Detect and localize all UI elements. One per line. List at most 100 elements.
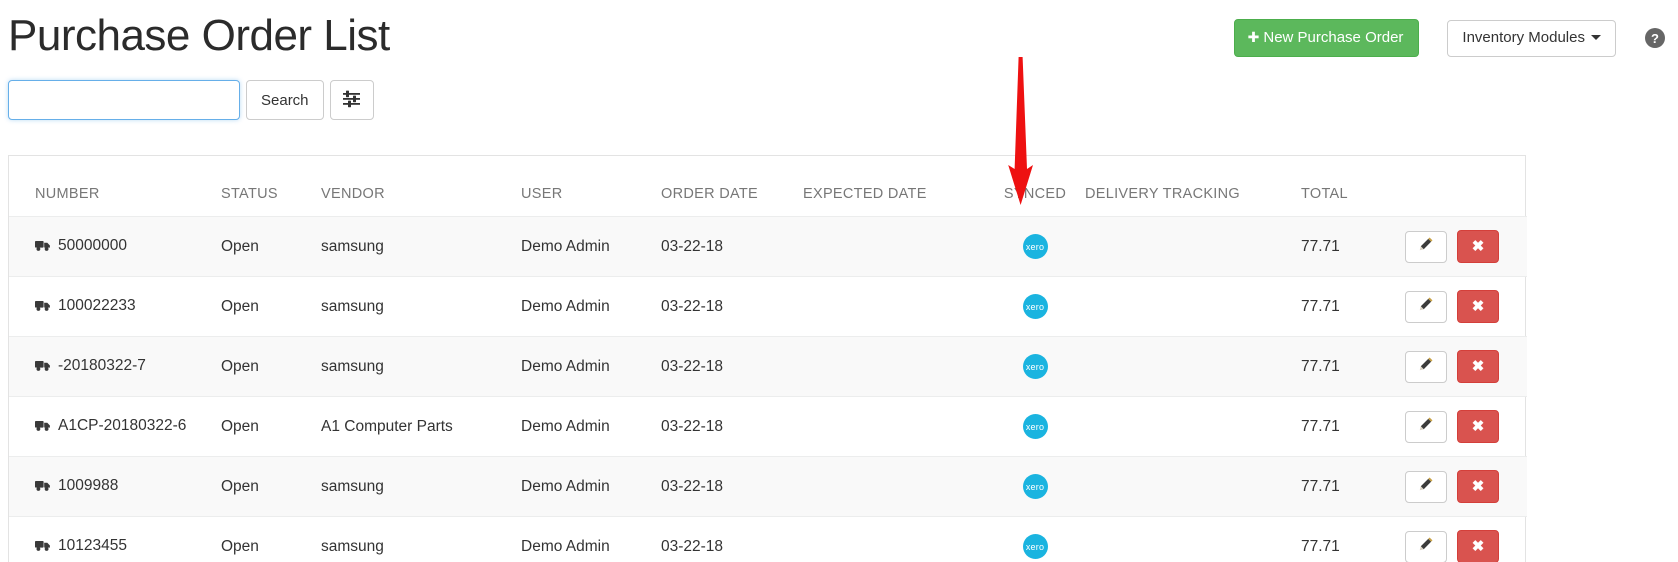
search-toolbar: Search — [8, 80, 374, 120]
cell-expected-date — [803, 336, 985, 397]
cell-number[interactable]: 1009988 — [9, 456, 221, 517]
search-input[interactable] — [8, 80, 240, 120]
truck-icon — [35, 299, 51, 316]
cell-total: 77.71 — [1301, 276, 1393, 337]
cell-user: Demo Admin — [521, 336, 661, 397]
pencil-icon — [1418, 536, 1434, 557]
table-header-row: NUMBER STATUS VENDOR USER ORDER DATE EXP… — [9, 156, 1527, 217]
delete-purchase-order-button[interactable]: ✖ — [1457, 530, 1499, 562]
purchase-order-number: 10123455 — [58, 536, 127, 554]
xero-sync-badge[interactable]: xero — [1022, 234, 1048, 259]
close-x-icon: ✖ — [1471, 238, 1485, 255]
purchase-order-number: 100022233 — [58, 296, 136, 314]
cell-total: 77.71 — [1301, 336, 1393, 397]
cell-vendor: samsung — [321, 276, 521, 337]
cell-user: Demo Admin — [521, 276, 661, 337]
column-header-synced[interactable]: SYNCED — [985, 156, 1085, 217]
table-row[interactable]: 100022233 Open samsung Demo Admin 03-22-18 xe… — [9, 276, 1527, 337]
cell-synced: xero — [985, 396, 1085, 457]
close-x-icon: ✖ — [1471, 538, 1485, 555]
table-row[interactable]: 50000000 Open samsung Demo Admin 03-22-18 xer… — [9, 216, 1527, 277]
column-header-vendor[interactable]: VENDOR — [321, 156, 521, 217]
inventory-modules-dropdown[interactable]: Inventory Modules — [1447, 19, 1616, 57]
column-header-order-date[interactable]: ORDER DATE — [661, 156, 803, 217]
column-header-expected-date[interactable]: EXPECTED DATE — [803, 156, 985, 217]
cell-order-date: 03-22-18 — [661, 216, 803, 277]
cell-number[interactable]: 100022233 — [9, 276, 221, 337]
cell-actions: ✖ — [1393, 516, 1527, 562]
xero-sync-badge[interactable]: xero — [1022, 534, 1048, 559]
cell-expected-date — [803, 516, 985, 562]
header-actions: ✚ New Purchase Order Inventory Modules ? — [1233, 19, 1666, 57]
new-purchase-order-button[interactable]: ✚ New Purchase Order — [1233, 19, 1420, 57]
cell-vendor: samsung — [321, 216, 521, 277]
table-header: NUMBER STATUS VENDOR USER ORDER DATE EXP… — [9, 156, 1527, 217]
delete-purchase-order-button[interactable]: ✖ — [1457, 230, 1499, 263]
edit-purchase-order-button[interactable] — [1405, 410, 1447, 443]
purchase-order-number: -20180322-7 — [58, 356, 146, 374]
cell-synced: xero — [985, 336, 1085, 397]
delete-purchase-order-button[interactable]: ✖ — [1457, 470, 1499, 503]
edit-purchase-order-button[interactable] — [1405, 470, 1447, 503]
table-row[interactable]: 10123455 Open samsung Demo Admin 03-22-18 xer… — [9, 516, 1527, 562]
delete-purchase-order-button[interactable]: ✖ — [1457, 350, 1499, 383]
table-row[interactable]: -20180322-7 Open samsung Demo Admin 03-22-18… — [9, 336, 1527, 397]
table-body: 50000000 Open samsung Demo Admin 03-22-18 xer… — [9, 216, 1527, 562]
pencil-icon — [1418, 356, 1434, 377]
cell-vendor: samsung — [321, 336, 521, 397]
cell-number[interactable]: A1CP-20180322-6 — [9, 396, 221, 457]
cell-status: Open — [221, 456, 321, 517]
column-header-status[interactable]: STATUS — [221, 156, 321, 217]
filter-settings-button[interactable] — [329, 80, 374, 120]
search-button[interactable]: Search — [246, 80, 324, 120]
pencil-icon — [1418, 296, 1434, 317]
cell-order-date: 03-22-18 — [661, 456, 803, 517]
cell-expected-date — [803, 456, 985, 517]
cell-number[interactable]: -20180322-7 — [9, 336, 221, 397]
column-header-delivery-tracking[interactable]: DELIVERY TRACKING — [1085, 156, 1301, 217]
cell-vendor: samsung — [321, 516, 521, 562]
cell-user: Demo Admin — [521, 216, 661, 277]
delete-purchase-order-button[interactable]: ✖ — [1457, 410, 1499, 443]
table-row[interactable]: A1CP-20180322-6 Open A1 Computer Parts Demo… — [9, 396, 1527, 457]
truck-icon — [35, 419, 51, 436]
xero-sync-badge[interactable]: xero — [1022, 354, 1048, 379]
cell-actions: ✖ — [1393, 276, 1527, 337]
purchase-order-table-panel: NUMBER STATUS VENDOR USER ORDER DATE EXP… — [8, 155, 1527, 562]
edit-purchase-order-button[interactable] — [1405, 230, 1447, 263]
column-header-user[interactable]: USER — [521, 156, 661, 217]
cell-number[interactable]: 50000000 — [9, 216, 221, 277]
xero-sync-badge[interactable]: xero — [1022, 474, 1048, 499]
table-row[interactable]: 1009988 Open samsung Demo Admin 03-22-18 xero… — [9, 456, 1527, 517]
cell-delivery-tracking — [1085, 276, 1301, 337]
page-header: Purchase Order List ✚ New Purchase Order … — [0, 0, 1678, 72]
delete-purchase-order-button[interactable]: ✖ — [1457, 290, 1499, 323]
close-x-icon: ✖ — [1471, 478, 1485, 495]
edit-purchase-order-button[interactable] — [1405, 350, 1447, 383]
cell-actions: ✖ — [1393, 396, 1527, 457]
close-x-icon: ✖ — [1471, 358, 1485, 375]
cell-user: Demo Admin — [521, 396, 661, 457]
purchase-order-list-page: Purchase Order List ✚ New Purchase Order … — [0, 0, 1678, 562]
cell-synced: xero — [985, 516, 1085, 562]
column-header-total[interactable]: TOTAL — [1301, 156, 1393, 217]
truck-icon — [35, 539, 51, 556]
edit-purchase-order-button[interactable] — [1405, 290, 1447, 323]
help-circle-icon[interactable]: ? — [1644, 27, 1666, 49]
purchase-order-number: 1009988 — [58, 476, 119, 494]
xero-sync-badge[interactable]: xero — [1022, 294, 1048, 319]
cell-actions: ✖ — [1393, 456, 1527, 517]
edit-purchase-order-button[interactable] — [1405, 530, 1447, 562]
cell-number[interactable]: 10123455 — [9, 516, 221, 562]
truck-icon — [35, 479, 51, 496]
new-purchase-order-label: New Purchase Order — [1263, 29, 1404, 46]
inventory-modules-label: Inventory Modules — [1462, 28, 1585, 46]
purchase-order-number: 50000000 — [58, 236, 127, 254]
cell-total: 77.71 — [1301, 396, 1393, 457]
cell-status: Open — [221, 216, 321, 277]
cell-actions: ✖ — [1393, 216, 1527, 277]
column-header-number[interactable]: NUMBER — [9, 156, 221, 217]
xero-sync-badge[interactable]: xero — [1022, 414, 1048, 439]
cell-user: Demo Admin — [521, 456, 661, 517]
cell-vendor: A1 Computer Parts — [321, 396, 521, 457]
